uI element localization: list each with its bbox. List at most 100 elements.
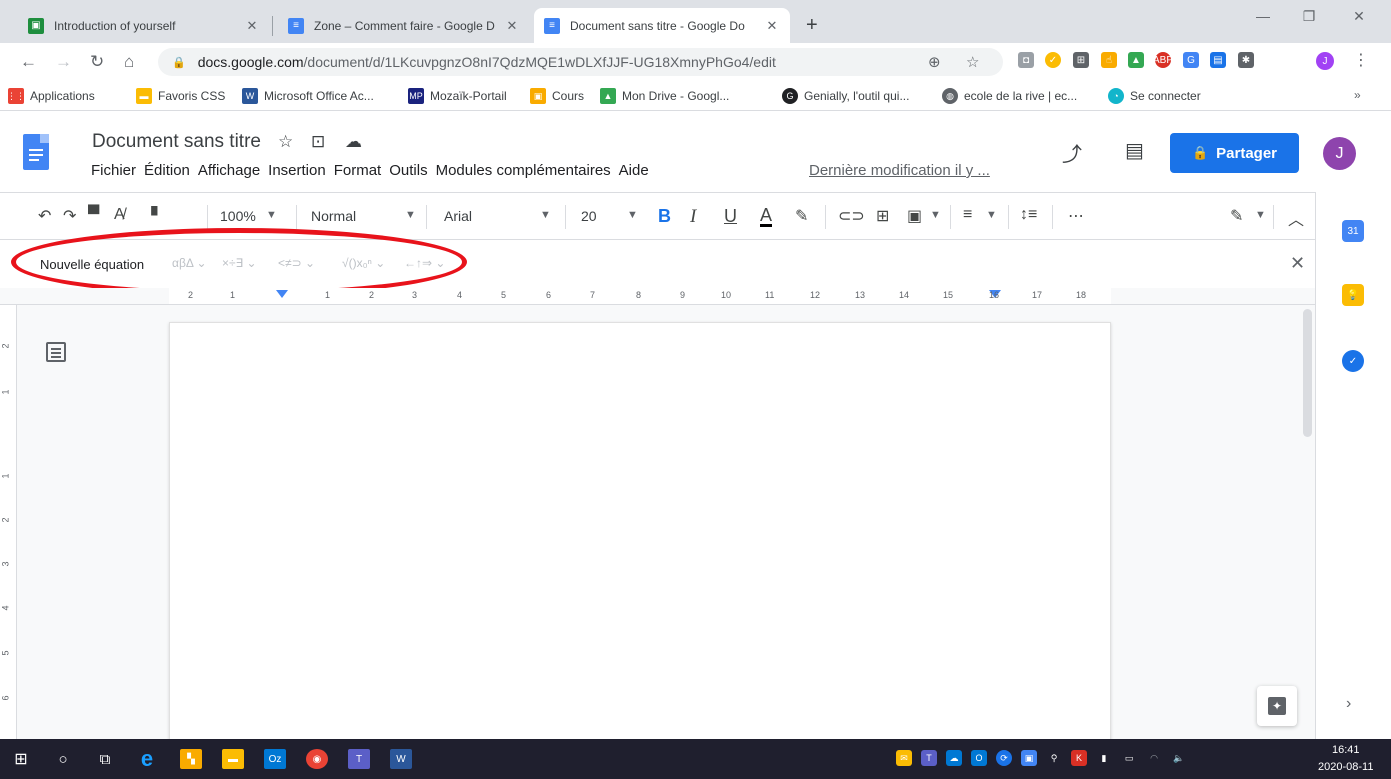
- activity-trend-icon[interactable]: ⤴: [1062, 138, 1082, 167]
- align-icon[interactable]: ≡: [963, 206, 972, 224]
- tab-introduction[interactable]: ▣ Introduction of yourself ✕: [18, 8, 270, 43]
- menu-affichage[interactable]: Affichage: [198, 162, 260, 179]
- translate-icon[interactable]: G: [1183, 52, 1199, 68]
- tray-app-icon[interactable]: K: [1071, 750, 1087, 766]
- highlight-icon[interactable]: ✎: [795, 206, 808, 226]
- wifi-icon[interactable]: ◠: [1146, 750, 1162, 766]
- battery-icon[interactable]: ▭: [1121, 750, 1137, 766]
- outlook-icon[interactable]: Oz: [264, 749, 286, 769]
- bookmark-cours[interactable]: ▣ Cours: [530, 88, 584, 104]
- menu-modules[interactable]: Modules complémentaires: [436, 162, 611, 179]
- undo-icon[interactable]: ↶: [38, 206, 51, 226]
- file-explorer-icon[interactable]: ▬: [222, 749, 244, 769]
- extension-icon[interactable]: ◘: [1018, 52, 1034, 68]
- menu-outils[interactable]: Outils: [389, 162, 427, 179]
- move-folder-icon[interactable]: ⊡: [311, 132, 325, 152]
- keep-icon[interactable]: 💡: [1342, 284, 1364, 306]
- document-outline-icon[interactable]: [46, 342, 66, 362]
- tray-app-icon[interactable]: ▣: [1021, 750, 1037, 766]
- bookmark-applications[interactable]: ⋮⋮ Applications: [7, 88, 95, 104]
- menu-format[interactable]: Format: [334, 162, 382, 179]
- bookmark-se-connecter[interactable]: ◔ Se connecter: [1108, 88, 1201, 104]
- avatar[interactable]: J: [1323, 137, 1356, 170]
- puzzle-icon[interactable]: ✱: [1238, 52, 1254, 68]
- document-title[interactable]: Document sans titre: [92, 131, 261, 153]
- print-icon[interactable]: ▀: [88, 206, 99, 224]
- zoom-select[interactable]: 100%: [220, 208, 256, 224]
- extension-icon[interactable]: ☝: [1101, 52, 1117, 68]
- usb-icon[interactable]: ▮: [1096, 750, 1112, 766]
- tasks-icon[interactable]: ✓: [1342, 350, 1364, 372]
- docs-logo-icon[interactable]: [23, 134, 49, 170]
- network-icon[interactable]: ⚲: [1046, 750, 1062, 766]
- bookmark-favoris-css[interactable]: ▬ Favoris CSS: [136, 88, 225, 104]
- redo-icon[interactable]: ↷: [63, 206, 76, 226]
- extension-icon[interactable]: ▤: [1210, 52, 1226, 68]
- tab-document[interactable]: ≡ Document sans titre - Google Do ✕: [534, 8, 790, 43]
- vertical-scrollbar[interactable]: [1303, 309, 1312, 437]
- bookmark-mozaik[interactable]: MP Mozaïk-Portail: [408, 88, 507, 104]
- bookmark-ecole-rive[interactable]: ◍ ecole de la rive | ec...: [942, 88, 1077, 104]
- bold-button[interactable]: B: [658, 206, 671, 227]
- star-icon[interactable]: ☆: [966, 53, 979, 71]
- paint-format-icon[interactable]: ▝: [145, 206, 157, 226]
- task-view-icon[interactable]: ⧉: [94, 749, 116, 769]
- more-options-icon[interactable]: ⋯: [1068, 206, 1084, 226]
- back-icon[interactable]: ←: [20, 52, 37, 72]
- comments-icon[interactable]: ▤: [1125, 138, 1144, 163]
- url-bar[interactable]: 🔒 docs.google.com /document/d/1LKcuvpgnz…: [158, 48, 1003, 76]
- onedrive-icon[interactable]: ☁: [946, 750, 962, 766]
- font-select[interactable]: Arial: [444, 208, 472, 224]
- search-icon[interactable]: ○: [52, 749, 74, 769]
- bookmark-office[interactable]: W Microsoft Office Ac...: [242, 88, 374, 104]
- chevron-right-icon[interactable]: ›: [1346, 695, 1351, 713]
- bookmark-genially[interactable]: G Genially, l'outil qui...: [782, 88, 909, 104]
- chevron-up-icon[interactable]: ︿: [1288, 206, 1304, 230]
- link-icon[interactable]: ⊂⊃: [838, 206, 865, 226]
- menu-edition[interactable]: Édition: [144, 162, 190, 179]
- font-size-select[interactable]: 20: [581, 208, 597, 224]
- text-color-button[interactable]: A: [760, 206, 773, 227]
- star-icon[interactable]: ☆: [278, 132, 293, 152]
- restore-icon[interactable]: ❐: [1286, 8, 1332, 25]
- share-button[interactable]: 🔒 Partager: [1170, 133, 1299, 173]
- zoom-icon[interactable]: ⊕: [928, 53, 941, 71]
- forward-icon[interactable]: →: [55, 52, 72, 72]
- close-icon[interactable]: ✕: [1290, 253, 1305, 274]
- tab-zone[interactable]: ≡ Zone – Comment faire - Google D ✕: [278, 8, 530, 43]
- left-indent-marker[interactable]: [276, 290, 288, 298]
- explore-button[interactable]: ✦: [1257, 686, 1297, 726]
- menu-icon[interactable]: ⋮: [1353, 52, 1369, 69]
- reload-icon[interactable]: ↻: [90, 52, 104, 72]
- chevron-down-icon[interactable]: ▼: [405, 209, 416, 221]
- adblock-icon[interactable]: ABP: [1153, 52, 1173, 68]
- sticky-notes-icon[interactable]: ▚: [180, 749, 202, 769]
- menu-aide[interactable]: Aide: [619, 162, 649, 179]
- bookmark-mon-drive[interactable]: ▲ Mon Drive - Googl...: [600, 88, 729, 104]
- volume-icon[interactable]: 🔈: [1171, 750, 1187, 766]
- style-select[interactable]: Normal: [311, 208, 356, 224]
- minimize-icon[interactable]: —: [1240, 8, 1286, 24]
- teams-icon[interactable]: T: [348, 749, 370, 769]
- calendar-icon[interactable]: 31: [1342, 220, 1364, 242]
- add-comment-icon[interactable]: ⊞: [876, 206, 889, 226]
- extension-icon[interactable]: ⊞: [1073, 52, 1089, 68]
- home-icon[interactable]: ⌂: [124, 52, 134, 72]
- chevron-down-icon[interactable]: ▼: [986, 209, 997, 221]
- image-icon[interactable]: ▣: [907, 206, 922, 226]
- sync-icon[interactable]: ⟳: [996, 750, 1012, 766]
- editing-mode-icon[interactable]: ✎: [1230, 206, 1243, 226]
- underline-button[interactable]: U: [724, 206, 737, 227]
- document-page[interactable]: [169, 322, 1111, 752]
- menu-insertion[interactable]: Insertion: [268, 162, 326, 179]
- word-icon[interactable]: W: [390, 749, 412, 769]
- chevron-down-icon[interactable]: ▼: [627, 209, 638, 221]
- outlook-tray-icon[interactable]: O: [971, 750, 987, 766]
- menu-fichier[interactable]: Fichier: [91, 162, 136, 179]
- windows-start-icon[interactable]: ⊞: [10, 749, 32, 769]
- drive-icon[interactable]: ▲: [1128, 52, 1144, 68]
- close-icon[interactable]: ✕: [244, 18, 260, 34]
- close-icon[interactable]: ✕: [504, 18, 520, 34]
- new-tab-button[interactable]: +: [796, 8, 830, 43]
- bookmarks-overflow-icon[interactable]: »: [1354, 88, 1361, 102]
